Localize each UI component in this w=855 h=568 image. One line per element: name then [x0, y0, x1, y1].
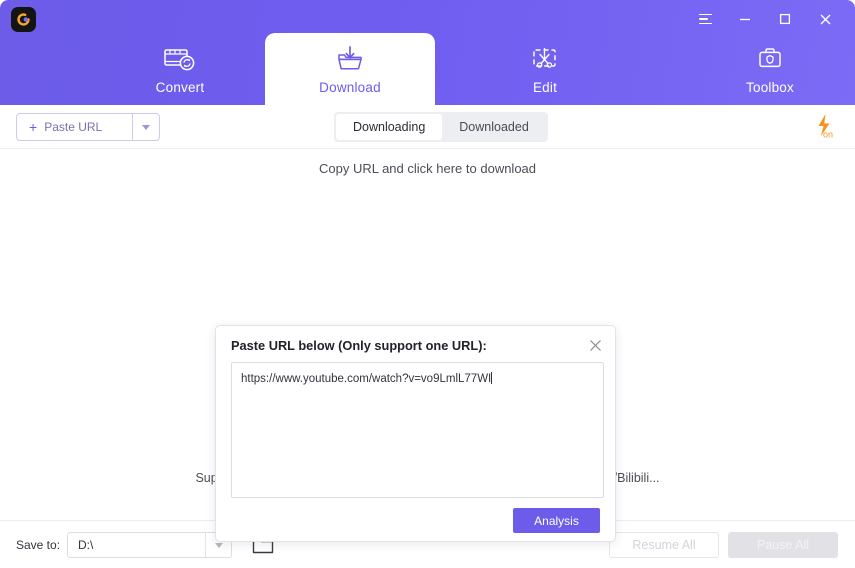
- close-button[interactable]: [805, 6, 845, 32]
- maximize-button[interactable]: [765, 6, 805, 32]
- application-window: Convert Download Edit Toolbox + Paste UR…: [0, 0, 855, 568]
- toolbar: + Paste URL Downloading Downloaded on: [0, 105, 855, 149]
- dialog-title: Paste URL below (Only support one URL):: [231, 338, 487, 353]
- save-path-value[interactable]: D:\: [68, 533, 205, 557]
- tab-toolbox[interactable]: Toolbox: [685, 33, 855, 105]
- tab-label: Download: [319, 80, 381, 95]
- maximize-icon: [779, 13, 791, 25]
- url-input[interactable]: https://www.youtube.com/watch?v=vo9LmlL7…: [231, 362, 604, 498]
- dialog-close-button[interactable]: [583, 333, 607, 357]
- close-icon: [820, 14, 830, 24]
- edit-scissors-icon: [529, 42, 561, 78]
- download-content-area: Copy URL and click here to download Supp…: [0, 149, 855, 542]
- pause-all-button[interactable]: Pause All: [728, 532, 838, 558]
- close-icon: [589, 339, 601, 351]
- tab-label: Convert: [155, 80, 205, 95]
- chevron-down-icon: [214, 542, 223, 548]
- paste-url-dialog: Paste URL below (Only support one URL): …: [215, 325, 616, 542]
- tab-downloading[interactable]: Downloading: [336, 114, 443, 140]
- minimize-button[interactable]: [725, 6, 765, 32]
- drop-zone-text: Copy URL and click here to download: [318, 161, 537, 176]
- folder-download-icon: [334, 42, 366, 78]
- resume-all-button[interactable]: Resume All: [609, 532, 719, 558]
- menu-button[interactable]: [685, 6, 725, 32]
- tab-downloaded[interactable]: Downloaded: [442, 114, 546, 140]
- tab-edit[interactable]: Edit: [460, 33, 630, 105]
- paste-url-control: + Paste URL: [16, 113, 160, 141]
- chevron-down-icon: [142, 124, 150, 130]
- minimize-icon: [740, 18, 750, 21]
- tab-label: Edit: [532, 80, 558, 95]
- lightning-bolt-icon: on: [818, 114, 833, 140]
- analysis-button[interactable]: Analysis: [513, 508, 600, 533]
- download-status-tabs: Downloading Downloaded: [334, 112, 548, 142]
- footer-actions: Resume All Pause All: [598, 521, 838, 568]
- title-bar: Convert Download Edit Toolbox: [0, 0, 855, 105]
- plus-icon: +: [29, 119, 38, 135]
- tab-label: Toolbox: [746, 80, 794, 95]
- url-input-value: https://www.youtube.com/watch?v=vo9LmlL7…: [241, 373, 492, 385]
- tab-convert[interactable]: Convert: [95, 33, 265, 105]
- film-convert-icon: [163, 42, 197, 78]
- tab-download[interactable]: Download: [265, 33, 435, 105]
- save-to-label: Save to:: [16, 538, 61, 552]
- window-controls: [685, 6, 845, 32]
- save-path-control: D:\: [67, 532, 232, 558]
- menu-icon: [698, 13, 712, 25]
- paste-url-label: Paste URL: [44, 120, 103, 134]
- main-nav-tabs: Convert Download Edit Toolbox: [0, 33, 855, 105]
- svg-text:on: on: [823, 130, 833, 140]
- app-logo: [11, 7, 36, 32]
- paste-url-dropdown-button[interactable]: [132, 114, 159, 140]
- toolbox-icon: [754, 42, 786, 78]
- text-cursor: [491, 372, 493, 384]
- turbo-acceleration-toggle[interactable]: on: [807, 111, 843, 141]
- paste-url-button[interactable]: + Paste URL: [17, 114, 132, 140]
